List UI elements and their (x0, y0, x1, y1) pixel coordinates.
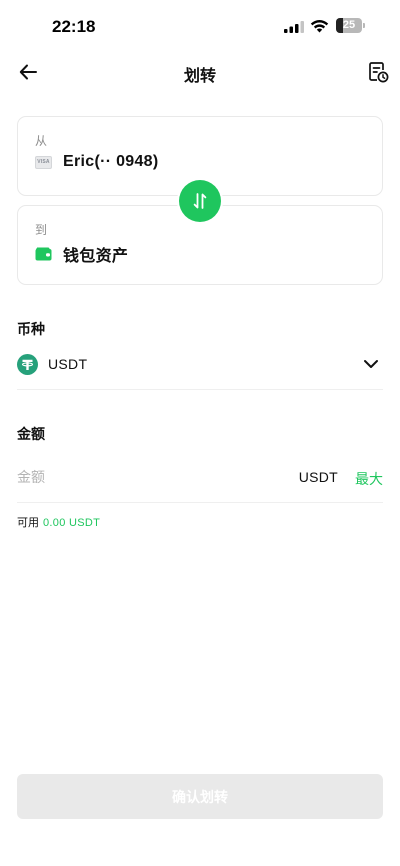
transfer-history-icon (369, 62, 389, 83)
amount-row: USDT 最大 (17, 464, 383, 490)
battery-icon: 25 (336, 18, 366, 34)
wifi-icon (310, 20, 329, 33)
available-label: 可用 (17, 517, 39, 529)
to-label: 到 (35, 223, 48, 237)
page-title: 划转 (183, 68, 216, 85)
tether-icon (17, 353, 38, 375)
swap-arrows-icon (193, 193, 207, 209)
nav-bar: 划转 (0, 52, 400, 92)
divider (17, 502, 383, 503)
amount-heading: 金额 (17, 426, 45, 442)
coin-selector[interactable]: USDT (17, 350, 383, 378)
amount-unit: USDT (298, 469, 338, 485)
confirm-transfer-button[interactable]: 确认划转 (17, 774, 383, 819)
wallet-icon (35, 247, 52, 261)
max-button[interactable]: 最大 (355, 469, 383, 489)
chevron-down-icon (364, 360, 378, 368)
visa-card-icon: VISA (35, 155, 52, 169)
divider (17, 389, 383, 390)
swap-button[interactable] (179, 180, 221, 222)
available-balance: 可用 0.00 USDT (17, 514, 100, 530)
amount-input[interactable] (17, 464, 237, 490)
to-account-name: 钱包资产 (63, 248, 129, 265)
from-account-name: Eric(·· 0948) (63, 153, 159, 170)
transfer-history-button[interactable] (364, 58, 392, 86)
status-time: 22:18 (52, 17, 96, 36)
available-value: 0.00 USDT (43, 517, 101, 529)
coin-heading: 币种 (17, 321, 45, 337)
status-bar: 22:18 25 (0, 0, 400, 54)
coin-name: USDT (48, 356, 88, 372)
from-label: 从 (35, 134, 48, 148)
battery-level: 25 (342, 19, 356, 31)
signal-icon (284, 21, 304, 33)
